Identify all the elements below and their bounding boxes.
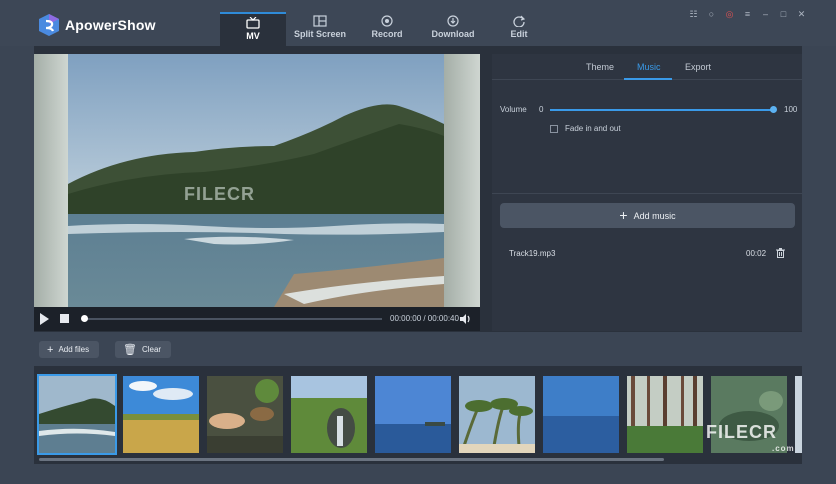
close-icon[interactable]: ✕ [797, 9, 806, 19]
panel-divider [492, 193, 802, 194]
split-screen-icon [313, 15, 327, 27]
cart-icon[interactable]: ☷ [689, 9, 698, 19]
tv-icon [246, 17, 260, 29]
stop-icon[interactable] [60, 314, 69, 323]
nav-tab-label: MV [246, 31, 260, 41]
clear-label: Clear [141, 345, 162, 354]
plus-icon: + [619, 207, 628, 223]
time-readout: 00:00:00 / 00:00:40 [390, 314, 459, 323]
trash-icon[interactable] [776, 248, 785, 258]
play-icon[interactable] [40, 313, 49, 325]
volume-label: Volume [500, 105, 527, 114]
fade-label: Fade in and out [565, 124, 621, 133]
nav-tab-split-screen[interactable]: Split Screen [286, 12, 354, 46]
video-preview[interactable]: FILECR [34, 54, 480, 307]
watermark-text: FILECR [706, 422, 777, 442]
watermark-subtext: .com [772, 444, 795, 453]
notification-icon[interactable]: ◎ [725, 9, 734, 19]
nav-tab-label: Download [431, 29, 475, 39]
active-tab-indicator [624, 78, 672, 80]
plus-icon: + [47, 344, 54, 356]
trash-icon: 🗑 [123, 344, 137, 356]
volume-max: 100 [784, 105, 798, 114]
maximize-icon[interactable]: □ [779, 9, 788, 19]
tab-theme[interactable]: Theme [586, 62, 614, 72]
tab-export[interactable]: Export [685, 62, 711, 72]
panel-tabs: Theme Music Export [492, 54, 802, 80]
user-icon[interactable]: ○ [707, 9, 716, 19]
tab-music[interactable]: Music [637, 62, 661, 72]
thumbnail-forest-lake[interactable] [627, 376, 703, 453]
minimize-icon[interactable]: – [761, 9, 770, 19]
nav-tab-record[interactable]: Record [354, 12, 420, 46]
thumbnail-hand-rocks[interactable] [207, 376, 283, 453]
watermark-text: FILECR [184, 184, 255, 204]
volume-icon[interactable] [459, 313, 471, 325]
track-duration: 00:02 [746, 249, 767, 258]
main-nav: MV Split Screen Record Download Edit [220, 12, 552, 46]
nav-tab-mv[interactable]: MV [220, 12, 286, 46]
volume-min: 0 [539, 105, 544, 114]
thumbnail-ocean-horizon[interactable] [543, 376, 619, 453]
volume-slider[interactable] [550, 109, 772, 111]
seek-bar[interactable] [82, 318, 382, 320]
settings-panel: Theme Music Export Volume 0 100 Fade in … [492, 54, 802, 331]
edit-icon [513, 15, 526, 27]
thumbnail-wheat-field[interactable] [123, 376, 199, 453]
nav-tab-label: Edit [510, 29, 528, 39]
preview-image [34, 54, 480, 307]
nav-tab-label: Record [371, 29, 403, 39]
app-logo-icon [39, 14, 59, 36]
clear-button[interactable]: 🗑 Clear [115, 341, 172, 358]
app-title: ApowerShow [65, 17, 156, 33]
download-icon [447, 15, 459, 27]
thumbnail-palm-beach[interactable] [459, 376, 535, 453]
volume-slider-handle[interactable] [770, 106, 777, 113]
track-name: Track19.mp3 [509, 249, 556, 258]
thumbnail-mountain-sea[interactable] [37, 374, 117, 455]
player-controls: 00:00:00 / 00:00:40 [34, 307, 480, 331]
thumbnail-blue-sea[interactable] [375, 376, 451, 453]
menu-icon[interactable]: ≡ [743, 9, 752, 19]
thumbnail-partial[interactable] [795, 376, 802, 453]
nav-tab-edit[interactable]: Edit [486, 12, 552, 46]
record-icon [381, 15, 393, 27]
title-bar: ApowerShow MV Split Screen Record Downlo… [0, 0, 836, 46]
seek-handle[interactable] [81, 315, 88, 322]
add-music-button[interactable]: + Add music [500, 203, 795, 228]
fade-checkbox[interactable] [550, 125, 558, 133]
thumbnail-waterfall-green[interactable] [291, 376, 367, 453]
add-music-label: Add music [633, 211, 676, 221]
window-controls: ☷ ○ ◎ ≡ – □ ✕ [689, 9, 806, 19]
strip-scrollbar[interactable] [39, 458, 664, 461]
add-files-label: Add files [58, 345, 90, 354]
media-strip: FILECR .com [34, 366, 802, 464]
add-files-button[interactable]: + Add files [39, 341, 100, 358]
nav-tab-download[interactable]: Download [420, 12, 486, 46]
nav-tab-label: Split Screen [293, 29, 347, 39]
